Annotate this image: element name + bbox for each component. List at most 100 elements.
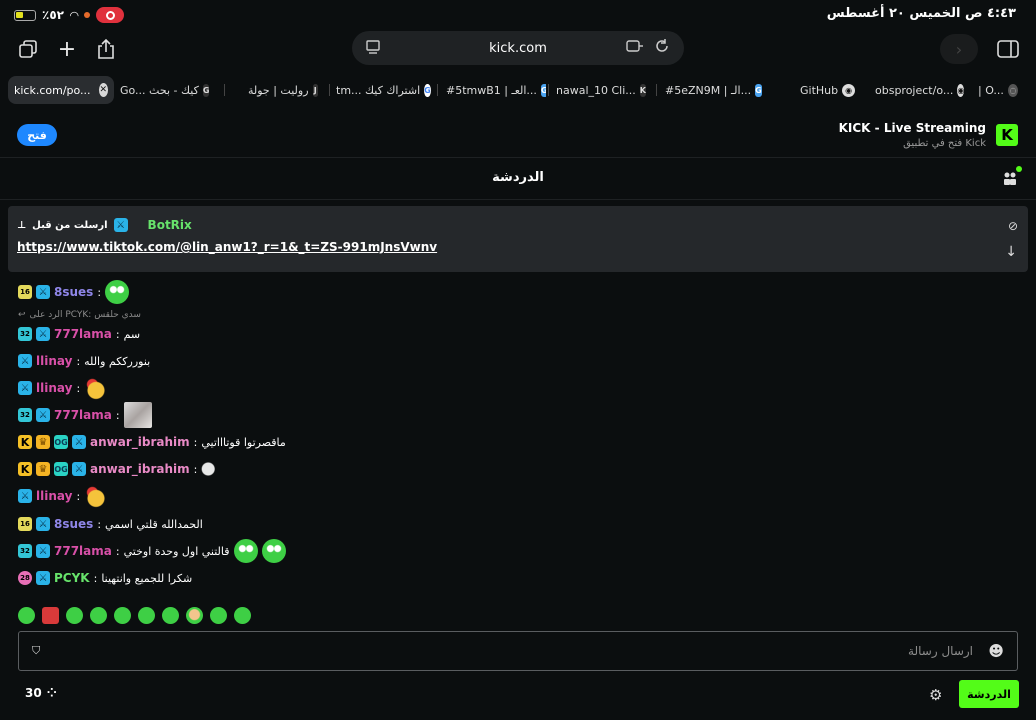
wifi-icon: ◠ [69, 8, 79, 22]
green-emote-icon [105, 280, 130, 304]
emote-icon[interactable] [114, 606, 131, 624]
banner-subtitle: فتح في تطبيق Kick [903, 138, 986, 149]
chat-message: K ♛ OG ⚔ anwar_ibrahim : ماقصرتوا قوتااا… [18, 430, 286, 454]
status-left: ٪٥٢ ◠ [14, 7, 125, 23]
chat-message: 32 ⚔ 777lama : [18, 402, 152, 428]
emote-icon[interactable] [18, 606, 35, 624]
chat-input[interactable]: ⛉ ارسال رسالة ☻ [18, 631, 1018, 671]
chat-username[interactable]: 777lama [54, 408, 112, 422]
chat-username[interactable]: PCYK [54, 571, 90, 585]
heart-emote-icon [84, 484, 109, 508]
chat-username[interactable]: llinay [36, 489, 72, 503]
j-site-icon: J [312, 83, 318, 97]
reload-icon[interactable] [654, 38, 670, 58]
tab-nawal-clips[interactable]: nawal_10 Cli... K [550, 76, 654, 104]
moderator-badge-icon: ⚔ [36, 285, 50, 299]
tabs-overview-icon[interactable] [14, 36, 42, 62]
kick-logo-icon: K [996, 124, 1018, 146]
sub-badge-icon: 32 [18, 327, 32, 341]
pinned-by-label: ارسلت من قبل [32, 219, 108, 231]
moderator-badge-icon: ⚔ [36, 408, 50, 422]
emote-icon[interactable] [162, 606, 179, 624]
emote-icon[interactable] [42, 606, 59, 624]
colon: : [76, 489, 81, 503]
tab-obsproject[interactable]: obsproject/o... ◉ [869, 76, 973, 104]
emote-icon[interactable] [90, 606, 107, 624]
hide-eye-icon[interactable]: ⊘ [1008, 219, 1018, 233]
chat-message: 16 ⚔ 8sues : [18, 280, 130, 304]
moderator-badge-icon: ⚔ [36, 517, 50, 531]
emote-icon[interactable] [186, 606, 203, 624]
open-app-button[interactable]: فتح [17, 124, 57, 146]
close-icon[interactable]: ✕ [98, 83, 108, 97]
address-bar[interactable]: kick.com [352, 31, 684, 65]
sidebar-toggle-icon[interactable] [994, 36, 1022, 62]
send-chat-button[interactable]: الدردشة [959, 680, 1019, 708]
gear-icon[interactable]: ⚙ [929, 686, 942, 704]
og-badge-icon: OG [54, 435, 68, 449]
forward-icon[interactable]: › [940, 34, 978, 64]
tab-kick[interactable]: kick.com/po... ✕ [8, 76, 114, 104]
green-emote-icon [233, 539, 258, 563]
chat-username[interactable]: anwar_ibrahim [90, 435, 190, 449]
tab-5ezn9m[interactable]: #5eZN9M | الـ... G [659, 76, 763, 104]
kick-badge-icon: K [18, 435, 32, 449]
colon: : [193, 435, 198, 449]
emote-icon[interactable] [138, 606, 155, 624]
chat-username[interactable]: 8sues [54, 285, 93, 299]
tab-5tmwb1[interactable]: #5tmwB1 | العـ... G [440, 76, 546, 104]
chat-username[interactable]: 777lama [54, 327, 112, 341]
emote-icon[interactable] [66, 606, 83, 624]
users-icon[interactable] [1002, 166, 1022, 186]
chat-username[interactable]: llinay [36, 354, 72, 368]
chat-username[interactable]: 8sues [54, 517, 93, 531]
moderator-badge-icon: ⚔ [72, 462, 86, 476]
chat-message: 32 ⚔ 777lama : قالتني اول وحدة اوختي [18, 539, 286, 563]
tab-google-search[interactable]: Go... كيك - بحث G [114, 76, 218, 104]
globe-icon: ◌ [1007, 83, 1018, 97]
arrow-down-icon[interactable]: ↓ [1005, 244, 1017, 260]
crown-badge-icon: ♛ [36, 435, 50, 449]
colon: : [76, 381, 81, 395]
colon: : [115, 327, 120, 341]
crown-badge-icon: ♛ [36, 462, 50, 476]
share-icon[interactable] [92, 36, 120, 62]
reader-icon[interactable] [366, 40, 380, 58]
tab-github[interactable]: GitHub ◉ [794, 76, 868, 104]
status-datetime: ٤:٤٣ ص الخميس ٢٠ أغسطس [826, 6, 1016, 21]
chat-message: ⚔ llinay : [18, 484, 109, 508]
new-tab-icon[interactable]: + [53, 36, 81, 62]
users-dots-icon: ⁘ [46, 686, 57, 700]
tab-roulette[interactable]: روليت | جولة J [242, 76, 328, 104]
tab-label: #5eZN9M | الـ... [665, 83, 752, 97]
tab-label: #5tmwB1 | العـ... [446, 83, 537, 97]
tab-other[interactable]: | O... ◌ [972, 76, 1028, 104]
chat-message: K ♛ OG ⚔ anwar_ibrahim : [18, 457, 220, 481]
reply-reference: ↩ الرد على PCYK: سدي حلقس [18, 310, 141, 320]
chat-message: ⚔ llinay : بنوررككم والله [18, 349, 150, 373]
kick-tab-icon: K [639, 83, 646, 97]
heart-emote-icon [84, 376, 109, 400]
chat-message: 32 ⚔ 777lama : سم [18, 322, 140, 346]
shield-icon[interactable]: ⛉ [32, 644, 46, 658]
screen-record-icon[interactable] [96, 7, 125, 23]
sub-badge-icon: 32 [18, 408, 32, 422]
pinned-header: ⊥ ارسلت من قبل ⚔ BotRix [17, 218, 192, 232]
pinned-link[interactable]: https://www.tiktok.com/@lin_anw1?_r=1&_t… [17, 240, 437, 254]
pinned-message: ⊥ ارسلت من قبل ⚔ BotRix https://www.tikt… [8, 206, 1028, 272]
extension-icon[interactable] [626, 39, 644, 57]
pinned-username[interactable]: BotRix [148, 218, 192, 232]
tab-kick-subscription[interactable]: tm... اشتراك كيك G [330, 76, 434, 104]
chat-username[interactable]: 777lama [54, 544, 112, 558]
tab-label: Go... كيك - بحث [120, 83, 199, 97]
emoji-icon[interactable]: ☻ [988, 642, 1004, 660]
reply-text: الرد على PCYK: سدي حلقس [29, 310, 141, 320]
colon: : [193, 462, 198, 476]
chat-input-placeholder: ارسال رسالة [908, 644, 973, 658]
emote-icon[interactable] [234, 606, 251, 624]
chat-username[interactable]: llinay [36, 381, 72, 395]
emote-icon[interactable] [210, 606, 227, 624]
chat-username[interactable]: anwar_ibrahim [90, 462, 190, 476]
google-icon: G [202, 83, 210, 97]
app-banner: فتح KICK - Live Streaming فتح في تطبيق K… [0, 110, 1036, 158]
